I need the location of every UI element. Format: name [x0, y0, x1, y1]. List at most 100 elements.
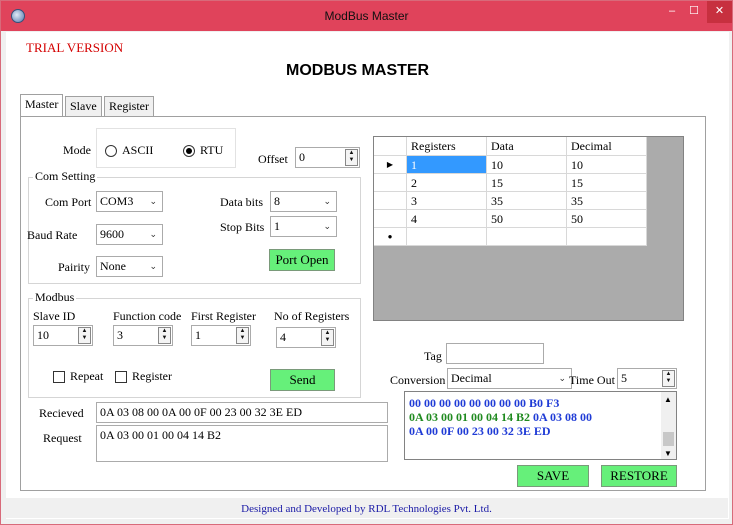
no-of-registers-stepper[interactable]: 4 ▲ ▼	[276, 327, 336, 348]
new-row-icon[interactable]: ●	[374, 228, 407, 246]
ascii-radio-label: ASCII	[122, 143, 154, 157]
rtu-radio[interactable]	[183, 145, 195, 157]
table-cell[interactable]	[567, 228, 647, 246]
table-cell[interactable]: 50	[487, 210, 567, 228]
tab-slave[interactable]: Slave	[65, 96, 102, 116]
send-button[interactable]: Send	[270, 369, 335, 391]
chevron-down-icon: ⌄	[323, 221, 331, 231]
row-header[interactable]	[374, 174, 407, 192]
spin-arrows-icon[interactable]: ▲ ▼	[158, 327, 171, 344]
row-header[interactable]	[374, 192, 407, 210]
stop-bits-value: 1	[274, 219, 280, 233]
timeout-label: Time Out	[569, 373, 615, 387]
table-cell[interactable]: 15	[487, 174, 567, 192]
scroll-up-icon[interactable]: ▲	[664, 393, 672, 407]
tag-label: Tag	[424, 349, 442, 363]
spin-arrows-icon[interactable]: ▲ ▼	[662, 370, 675, 387]
offset-stepper[interactable]: 0 ▲ ▼	[295, 147, 360, 168]
stop-bits-select[interactable]: 1 ⌄	[270, 216, 337, 237]
parity-label: Pairity	[58, 260, 90, 274]
stop-bits-label: Stop Bits	[220, 220, 265, 234]
chevron-down-icon: ⌄	[323, 196, 331, 206]
conversion-select[interactable]: Decimal ⌄	[447, 368, 572, 389]
offset-value: 0	[299, 150, 305, 164]
close-button[interactable]: ✕	[707, 1, 732, 23]
offset-label: Offset	[258, 152, 288, 166]
current-row-icon[interactable]: ▶	[374, 156, 407, 174]
function-code-value: 3	[117, 328, 123, 342]
request-field[interactable]: 0A 03 00 01 00 04 14 B2	[96, 425, 388, 462]
first-register-stepper[interactable]: 1 ▲ ▼	[191, 325, 251, 346]
table-cell[interactable]: 1	[407, 156, 487, 174]
row-header[interactable]	[374, 210, 407, 228]
footer-credit: Designed and Developed by RDL Technologi…	[241, 503, 492, 515]
log-line: 00 00 00 00 00 00 00 00 B0 F3	[409, 396, 560, 410]
table-cell[interactable]: 50	[567, 210, 647, 228]
table-cell[interactable]: 15	[567, 174, 647, 192]
repeat-checkbox[interactable]	[53, 371, 65, 383]
window-title: ModBus Master	[324, 9, 409, 23]
log-line: 0A 00 0F 00 23 00 32 3E ED	[409, 424, 551, 438]
spin-arrows-icon[interactable]: ▲ ▼	[78, 327, 91, 344]
log-line-request: 0A 03 00 01 00 04 14 B2	[409, 410, 531, 424]
chevron-down-icon: ⌄	[149, 229, 157, 239]
com-port-label: Com Port	[45, 195, 92, 209]
conversion-label: Conversion	[390, 373, 446, 387]
column-header-decimal[interactable]: Decimal	[567, 137, 647, 156]
received-field[interactable]: 0A 03 08 00 0A 00 0F 00 23 00 32 3E ED	[96, 402, 388, 423]
column-header-registers[interactable]: Registers	[407, 137, 487, 156]
tab-master[interactable]: Master	[20, 94, 64, 117]
slave-id-label: Slave ID	[33, 309, 76, 323]
table-cell[interactable]	[407, 228, 487, 246]
message-log[interactable]: 00 00 00 00 00 00 00 00 B0 F3 0A 03 00 0…	[404, 391, 677, 460]
spin-arrows-icon[interactable]: ▲ ▼	[321, 329, 334, 346]
page-title: MODBUS MASTER	[286, 62, 430, 79]
baud-rate-select[interactable]: 9600 ⌄	[96, 224, 163, 245]
log-line: 0A 03 00 01 00 04 14 B2 0A 03 08 00	[409, 410, 672, 424]
data-bits-select[interactable]: 8 ⌄	[270, 191, 337, 212]
received-label: Recieved	[39, 406, 84, 420]
table-cell[interactable]: 35	[567, 192, 647, 210]
baud-rate-label: Baud Rate	[27, 228, 78, 242]
chevron-down-icon: ⌄	[558, 373, 566, 383]
timeout-stepper[interactable]: 5 ▲ ▼	[617, 368, 677, 389]
scroll-down-icon[interactable]: ▼	[664, 447, 672, 461]
com-port-select[interactable]: COM3 ⌄	[96, 191, 163, 212]
table-cell[interactable]: 35	[487, 192, 567, 210]
function-code-label: Function code	[113, 309, 182, 323]
table-cell[interactable]: 2	[407, 174, 487, 192]
timeout-value: 5	[621, 371, 627, 385]
log-scrollbar[interactable]: ▲ ▼	[661, 392, 676, 459]
save-button[interactable]: SAVE	[517, 465, 589, 487]
table-cell[interactable]: 10	[487, 156, 567, 174]
registers-grid[interactable]: Registers Data Decimal ▶ 1 10 10 2 15 15…	[373, 136, 684, 321]
restore-button[interactable]: RESTORE	[601, 465, 677, 487]
spin-arrows-icon[interactable]: ▲ ▼	[236, 327, 249, 344]
table-cell[interactable]	[487, 228, 567, 246]
request-label: Request	[43, 431, 82, 445]
table-cell[interactable]: 4	[407, 210, 487, 228]
minimize-button[interactable]: –	[662, 1, 682, 23]
table-cell[interactable]: 10	[567, 156, 647, 174]
tag-input[interactable]	[446, 343, 544, 364]
table-cell[interactable]: 3	[407, 192, 487, 210]
ascii-radio[interactable]	[105, 145, 117, 157]
title-bar[interactable]: ModBus Master – ☐ ✕	[1, 1, 732, 31]
column-header-data[interactable]: Data	[487, 137, 567, 156]
first-register-value: 1	[195, 328, 201, 342]
parity-value: None	[100, 259, 126, 273]
first-register-label: First Register	[191, 309, 256, 323]
scrollbar-thumb[interactable]	[663, 432, 674, 446]
function-code-stepper[interactable]: 3 ▲ ▼	[113, 325, 173, 346]
baud-rate-value: 9600	[100, 227, 124, 241]
rtu-radio-label: RTU	[200, 143, 224, 157]
tab-register[interactable]: Register	[104, 96, 154, 116]
register-checkbox-label: Register	[132, 369, 172, 383]
slave-id-stepper[interactable]: 10 ▲ ▼	[33, 325, 93, 346]
data-bits-label: Data bits	[220, 195, 263, 209]
spin-arrows-icon[interactable]: ▲ ▼	[345, 149, 358, 166]
port-open-button[interactable]: Port Open	[269, 249, 335, 271]
register-checkbox[interactable]	[115, 371, 127, 383]
parity-select[interactable]: None ⌄	[96, 256, 163, 277]
maximize-button[interactable]: ☐	[684, 1, 704, 23]
